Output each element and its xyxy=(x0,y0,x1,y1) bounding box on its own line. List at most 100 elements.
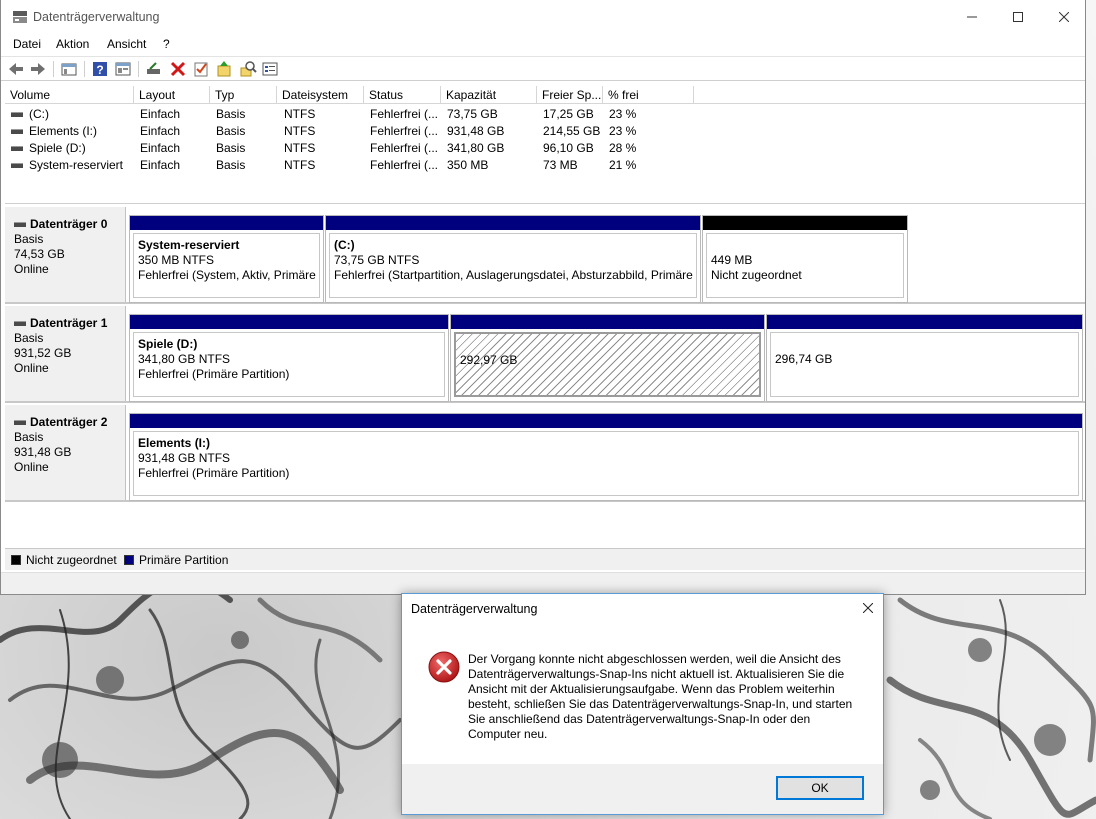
partition-body: Elements (I:) 931,48 GB NTFS Fehlerfrei (P… xyxy=(133,431,1079,496)
volume-name: Elements (I:) xyxy=(29,124,98,138)
disk-type: Basis xyxy=(14,430,44,444)
column-header-dateisystem[interactable]: Dateisystem xyxy=(277,86,364,104)
partition[interactable]: Elements (I:) 931,48 GB NTFS Fehlerfrei (P… xyxy=(129,413,1083,501)
close-button[interactable] xyxy=(1041,0,1087,34)
back-icon xyxy=(9,63,23,75)
menu-bar: Datei Aktion Ansicht ? xyxy=(1,34,1085,54)
table-cell: Fehlerfrei (... xyxy=(370,141,439,155)
settings-button[interactable] xyxy=(261,60,279,78)
menu-ansicht[interactable]: Ansicht xyxy=(107,37,146,51)
column-header-empty xyxy=(694,86,1085,104)
help-button[interactable]: ? xyxy=(91,60,109,78)
table-cell: NTFS xyxy=(284,107,316,121)
console-tree-icon xyxy=(61,63,77,76)
menu-help[interactable]: ? xyxy=(163,37,170,51)
svg-text:?: ? xyxy=(96,63,103,77)
partition[interactable]: (C:) 73,75 GB NTFS Fehlerfrei (Startpartit… xyxy=(325,215,701,303)
partition[interactable]: System-reserviert 350 MB NTFS Fehlerfrei (… xyxy=(129,215,324,303)
partition-size: 931,48 GB NTFS xyxy=(138,451,231,465)
table-cell: Basis xyxy=(216,141,246,155)
column-header-volume[interactable]: Volume xyxy=(5,86,134,104)
back-button[interactable] xyxy=(7,60,25,78)
toolbar-separator xyxy=(138,61,139,77)
volume-name: Spiele (D:) xyxy=(29,141,86,155)
table-cell: Basis xyxy=(216,158,246,172)
console-tree-button[interactable] xyxy=(60,60,78,78)
format-button[interactable] xyxy=(215,60,233,78)
volume-list: Volume Layout Typ Dateisystem Status Kap… xyxy=(5,86,1085,204)
table-row[interactable]: (C:) Einfach Basis NTFS Fehlerfrei (... 73,75… xyxy=(5,106,1085,123)
table-cell: 21 % xyxy=(609,158,637,172)
volume-name: System-reserviert xyxy=(29,158,124,172)
partition-title: (C:) xyxy=(334,238,355,252)
disk-label[interactable]: Datenträger 1 Basis 931,52 GB Online xyxy=(5,306,126,401)
table-row[interactable]: Elements (I:) Einfach Basis NTFS Fehlerfrei … xyxy=(5,123,1085,140)
partition-body: 296,74 GB xyxy=(770,332,1079,397)
minimize-icon xyxy=(967,16,977,18)
error-icon xyxy=(428,651,460,683)
dialog-message: Der Vorgang konnte nicht abgeschlossen w… xyxy=(468,652,853,741)
table-cell: 23 % xyxy=(609,124,637,138)
legend-label-unallocated: Nicht zugeordnet xyxy=(26,553,117,567)
table-cell: Einfach xyxy=(140,107,181,121)
table-cell: NTFS xyxy=(284,158,316,172)
column-header-layout[interactable]: Layout xyxy=(134,86,210,104)
partition-size: 350 MB NTFS xyxy=(138,253,215,267)
table-cell: Einfach xyxy=(140,124,181,138)
table-cell: 73 MB xyxy=(543,158,578,172)
check-button[interactable] xyxy=(192,60,210,78)
partition[interactable]: Spiele (D:) 341,80 GB NTFS Fehlerfrei (Pri… xyxy=(129,314,449,402)
disk-label[interactable]: Datenträger 2 Basis 931,48 GB Online xyxy=(5,405,126,500)
disk-label[interactable]: Datenträger 0 Basis 74,53 GB Online xyxy=(5,207,126,302)
menu-datei[interactable]: Datei xyxy=(13,37,41,51)
partition-size: 296,74 GB xyxy=(775,352,833,366)
partition[interactable]: 296,74 GB xyxy=(766,314,1083,402)
partition-status: Nicht zugeordnet xyxy=(711,268,802,282)
menu-aktion[interactable]: Aktion xyxy=(56,37,89,51)
ok-button[interactable]: OK xyxy=(776,776,864,800)
column-header-kapazitaet[interactable]: Kapazität xyxy=(441,86,537,104)
search-button[interactable] xyxy=(239,60,257,78)
column-header-typ[interactable]: Typ xyxy=(210,86,277,104)
partition[interactable]: 292,97 GB xyxy=(450,314,765,402)
connect-drive-icon xyxy=(147,62,160,74)
table-cell: 214,55 GB xyxy=(543,124,601,138)
disk-state: Online xyxy=(14,460,49,474)
volume-icon xyxy=(11,146,23,152)
legend-label-primary: Primäre Partition xyxy=(139,553,229,567)
table-cell: System-reserviert xyxy=(11,158,134,172)
help-icon: ? xyxy=(93,62,107,77)
toolbar: ? xyxy=(1,56,1085,81)
table-row[interactable]: Spiele (D:) Einfach Basis NTFS Fehlerfrei (.… xyxy=(5,140,1085,157)
properties-icon xyxy=(115,62,131,76)
disk-state: Online xyxy=(14,262,49,276)
legend-swatch-unallocated xyxy=(11,555,21,565)
connect-drive-button[interactable] xyxy=(145,60,163,78)
disk-name: Datenträger 1 xyxy=(14,316,125,331)
partition-body: 449 MB Nicht zugeordnet xyxy=(706,233,904,298)
delete-button[interactable] xyxy=(169,60,187,78)
table-row[interactable]: System-reserviert Einfach Basis NTFS Fehlerf… xyxy=(5,157,1085,174)
disk-type: Basis xyxy=(14,232,44,246)
partition-body: 292,97 GB xyxy=(454,332,761,397)
table-cell: Einfach xyxy=(140,141,181,155)
maximize-button[interactable] xyxy=(995,0,1041,34)
column-header-status[interactable]: Status xyxy=(364,86,441,104)
column-header-prozent-frei[interactable]: % frei xyxy=(603,86,694,104)
error-dialog: Datenträgerverwaltung Der Vorgang konnte… xyxy=(401,593,884,815)
table-cell: 28 % xyxy=(609,141,637,155)
properties-button[interactable] xyxy=(114,60,132,78)
partition-body: (C:) 73,75 GB NTFS Fehlerfrei (Startpartit… xyxy=(329,233,697,298)
table-cell: Elements (I:) xyxy=(11,124,134,138)
table-cell: 73,75 GB xyxy=(447,107,498,121)
table-cell: Fehlerfrei (... xyxy=(370,158,439,172)
partition-bar xyxy=(130,216,323,230)
partition-unallocated[interactable]: 449 MB Nicht zugeordnet xyxy=(702,215,908,303)
partition-status: Fehlerfrei (Primäre Partition) xyxy=(138,466,290,480)
dialog-close-button[interactable] xyxy=(857,598,879,618)
forward-button[interactable] xyxy=(29,60,47,78)
column-header-freier-speicher[interactable]: Freier Sp... xyxy=(537,86,603,104)
minimize-button[interactable] xyxy=(949,0,995,34)
disk-name-text: Datenträger 0 xyxy=(30,217,108,231)
disk-state: Online xyxy=(14,361,49,375)
